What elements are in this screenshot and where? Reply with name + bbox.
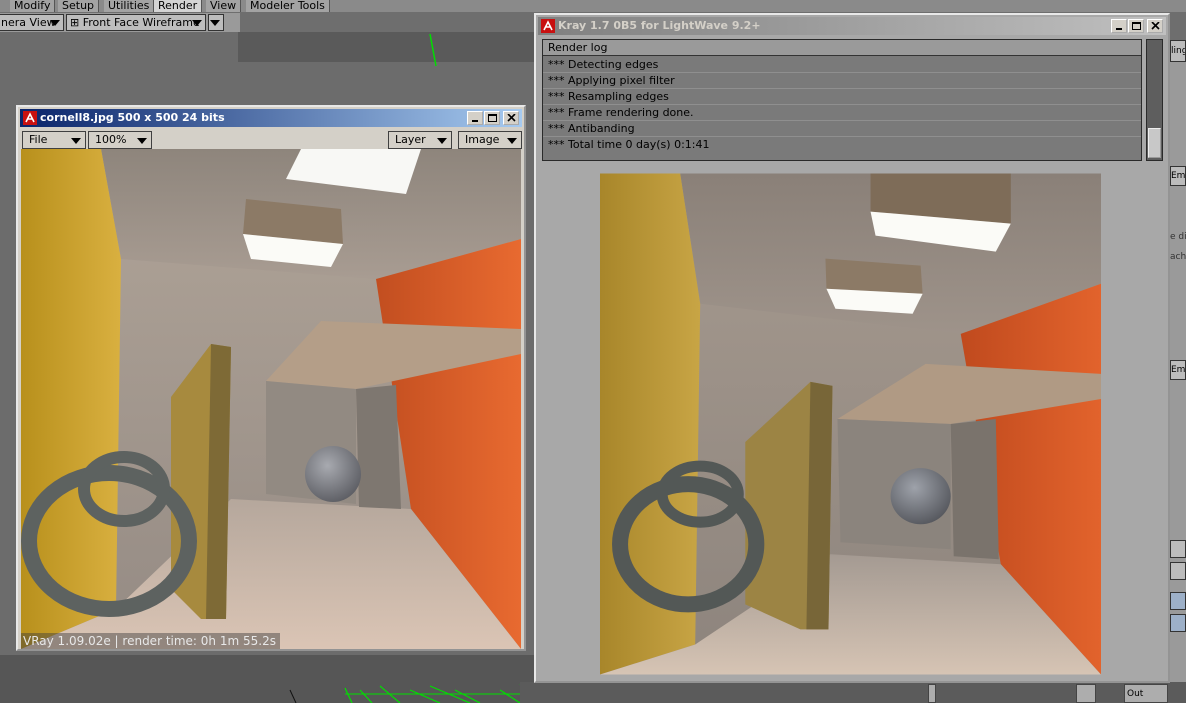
right-panel-button[interactable]: [1170, 614, 1186, 632]
file-menu-label: File: [29, 133, 48, 146]
kray-titlebar[interactable]: Kray 1.7 0B5 for LightWave 9.2+: [538, 17, 1166, 35]
out-button[interactable]: Out: [1124, 684, 1168, 703]
cornell-box-render: [21, 149, 521, 649]
kray-window: Kray 1.7 0B5 for LightWave 9.2+ Render l…: [534, 13, 1170, 683]
close-button[interactable]: [503, 111, 519, 125]
window-controls: [1110, 19, 1163, 33]
minimize-button[interactable]: [467, 111, 483, 125]
image-viewer-title: cornell8.jpg 500 x 500 24 bits: [40, 111, 225, 124]
log-line: *** Resampling edges: [543, 89, 1141, 105]
right-panel-text: ach: [1170, 252, 1186, 262]
file-menu-dropdown[interactable]: File: [22, 131, 86, 149]
scrollbar-thumb[interactable]: [1148, 128, 1161, 158]
render-log[interactable]: Render log *** Detecting edges *** Apply…: [542, 39, 1142, 161]
log-line: *** Frame rendering done.: [543, 105, 1141, 121]
dropdown-arrow-icon: [71, 138, 81, 144]
image-viewer-titlebar[interactable]: cornell8.jpg 500 x 500 24 bits: [20, 109, 522, 127]
log-line: *** Detecting edges: [543, 57, 1141, 73]
right-panel-button[interactable]: [1170, 592, 1186, 610]
lightwave-app-icon: [23, 111, 37, 125]
layer-dropdown[interactable]: Layer: [388, 131, 452, 149]
image-menu-label: Image: [465, 133, 500, 146]
render-log-scrollbar[interactable]: [1146, 39, 1163, 161]
right-panel-text: e dis: [1170, 232, 1186, 242]
kray-render-image: [600, 173, 1101, 675]
image-viewer-window: cornell8.jpg 500 x 500 24 bits File 100%…: [16, 105, 526, 651]
maximize-icon: [488, 114, 497, 122]
window-controls: [466, 111, 519, 125]
right-panel-emi-button[interactable]: Emi: [1170, 360, 1186, 380]
zoom-label: 100%: [95, 133, 127, 146]
close-button[interactable]: [1147, 19, 1163, 33]
log-line: *** Applying pixel filter: [543, 73, 1141, 89]
dropdown-arrow-icon: [507, 138, 517, 144]
bottom-bar-field[interactable]: [928, 684, 936, 703]
close-icon: [1151, 22, 1160, 30]
minimize-icon: [1116, 28, 1122, 30]
layer-label: Layer: [395, 133, 426, 146]
image-dropdown[interactable]: Image: [458, 131, 522, 149]
render-log-header: Render log: [543, 40, 1141, 56]
close-icon: [507, 114, 516, 122]
maximize-button[interactable]: [1128, 19, 1144, 33]
kray-title: Kray 1.7 0B5 for LightWave 9.2+: [558, 19, 761, 32]
bottom-bar-field[interactable]: [1076, 684, 1096, 703]
render-caption: VRay 1.09.02e | render time: 0h 1m 55.2s: [21, 633, 280, 649]
dropdown-arrow-icon: [137, 138, 147, 144]
maximize-button[interactable]: [484, 111, 500, 125]
right-panel-checkbox[interactable]: [1170, 540, 1186, 558]
vray-render-image: VRay 1.09.02e | render time: 0h 1m 55.2s: [21, 149, 521, 649]
zoom-dropdown[interactable]: 100%: [88, 131, 152, 149]
minimize-icon: [472, 120, 478, 122]
log-line: *** Total time 0 day(s) 0:1:41: [548, 138, 710, 151]
lightwave-app-icon: [541, 19, 555, 33]
maximize-icon: [1132, 22, 1141, 30]
right-panel-emi-button[interactable]: Emi: [1170, 166, 1186, 186]
right-panel-checkbox[interactable]: [1170, 562, 1186, 580]
log-line: *** Antibanding: [543, 121, 1141, 137]
minimize-button[interactable]: [1111, 19, 1127, 33]
cornell-box-render: [600, 173, 1101, 675]
right-panel-field[interactable]: ling: [1170, 40, 1186, 62]
dropdown-arrow-icon: [437, 138, 447, 144]
